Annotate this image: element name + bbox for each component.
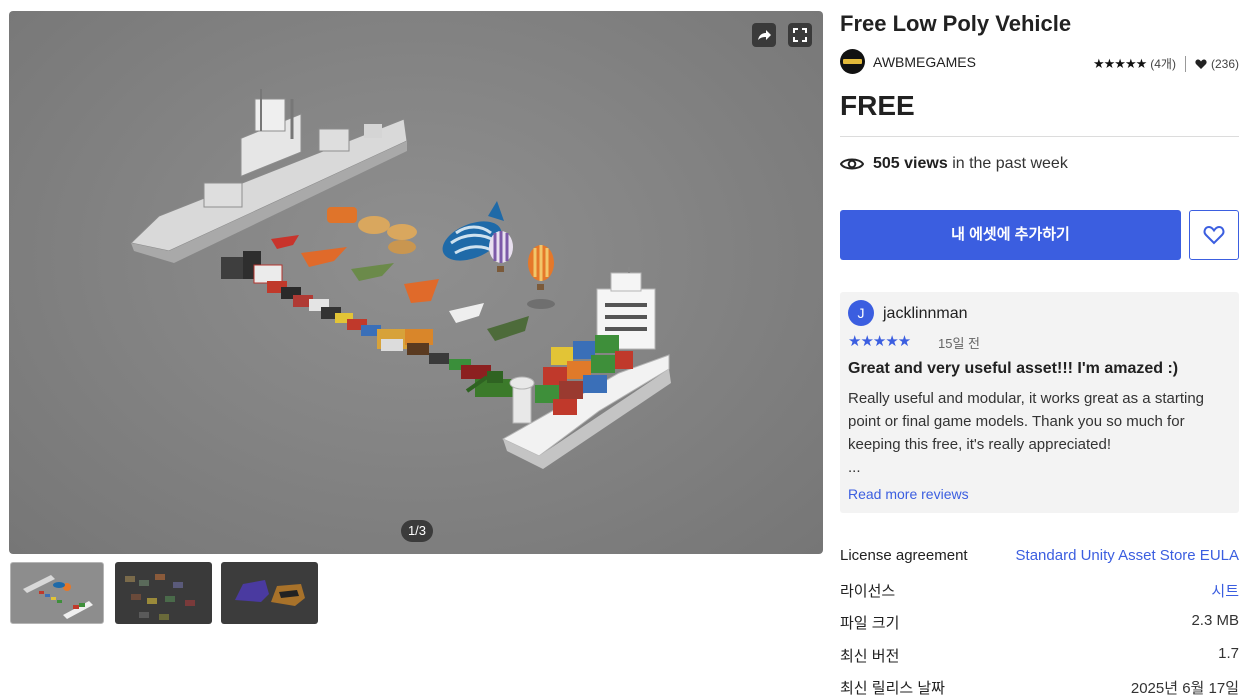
divider <box>1184 55 1186 72</box>
review-text: Really useful and modular, it works grea… <box>848 390 1205 453</box>
boat <box>388 240 416 254</box>
latest-version-value: 1.7 <box>1218 645 1239 662</box>
car <box>407 343 429 355</box>
share-button[interactable] <box>752 23 776 47</box>
ambulance <box>253 264 283 284</box>
product-title: Free Low Poly Vehicle <box>840 11 1072 36</box>
vehicle-collection-image <box>129 89 671 469</box>
review-ellipsis: ... <box>848 459 861 476</box>
file-size-value: 2.3 MB <box>1191 612 1239 629</box>
share-arrow-icon <box>758 30 771 40</box>
add-to-my-assets-button[interactable]: 내 에셋에 추가하기 <box>840 210 1181 260</box>
fullscreen-icon <box>793 28 807 42</box>
favorite-button[interactable] <box>1189 210 1239 260</box>
meta-key: 파일 크기 <box>840 615 900 632</box>
read-more-reviews-link[interactable]: Read more reviews <box>848 486 969 502</box>
reviewer-avatar: J <box>848 300 874 326</box>
thumbnail-vehicles-dark <box>125 574 195 620</box>
publisher-logo-icon <box>843 59 862 64</box>
meta-key: License agreement <box>840 547 968 564</box>
plane <box>404 279 439 303</box>
warship <box>129 89 408 263</box>
heart-icon <box>1195 58 1207 69</box>
price: FREE <box>840 90 915 121</box>
views-suffix: in the past week <box>952 155 1068 172</box>
review-stars: ★★★★★ <box>848 333 911 350</box>
image-counter: 1/3 <box>401 520 433 542</box>
car <box>429 353 449 364</box>
boat <box>327 207 357 223</box>
publisher-avatar[interactable] <box>840 49 865 74</box>
helicopter <box>487 316 529 341</box>
views-info: 505 views in the past week <box>840 155 1068 173</box>
thumbnail-cars <box>235 580 305 606</box>
fighter-plane <box>351 263 394 281</box>
rating-count: (4개) <box>1150 57 1176 71</box>
plane <box>301 247 347 267</box>
biplane <box>271 235 299 249</box>
license-agreement-link[interactable]: Standard Unity Asset Store EULA <box>1016 547 1239 564</box>
hot-air-balloon <box>489 231 513 272</box>
rating-stars: ★★★★★ <box>1092 55 1147 71</box>
boat <box>358 216 390 234</box>
review-time: 15일 전 <box>938 336 980 351</box>
thumbnail-3[interactable] <box>221 562 318 624</box>
rating-summary[interactable]: ★★★★★ (4개) (236) <box>1093 55 1239 72</box>
favorites-count: (236) <box>1210 56 1239 71</box>
thumbnail-2[interactable] <box>115 562 212 624</box>
reviewer-name: jacklinnman <box>883 305 968 322</box>
divider <box>840 136 1239 137</box>
jet <box>449 303 484 323</box>
review-card: J jacklinnman ★★★★★ 15일 전 Great and very… <box>840 292 1239 513</box>
meta-key: 라이선스 <box>840 583 896 600</box>
views-count: 505 views <box>873 155 948 172</box>
meta-key: 최신 버전 <box>840 648 900 665</box>
heart-outline-icon <box>1203 225 1225 245</box>
review-title: Great and very useful asset!!! I'm amaze… <box>848 360 1179 377</box>
hot-air-balloon <box>527 245 555 309</box>
thumbnail-1[interactable] <box>10 562 104 624</box>
truck <box>405 329 433 345</box>
eye-icon <box>840 158 864 170</box>
license-link[interactable]: 시트 <box>1211 580 1239 601</box>
image-viewer[interactable]: 1/3 <box>9 11 823 554</box>
publisher-name[interactable]: AWBMEGAMES <box>873 54 976 70</box>
fullscreen-button[interactable] <box>788 23 812 47</box>
thumbnail-vehicles-overview <box>23 575 93 619</box>
cargo-ship <box>501 267 671 469</box>
boat <box>387 224 417 240</box>
review-body: Really useful and modular, it works grea… <box>848 387 1233 479</box>
car <box>381 339 403 351</box>
